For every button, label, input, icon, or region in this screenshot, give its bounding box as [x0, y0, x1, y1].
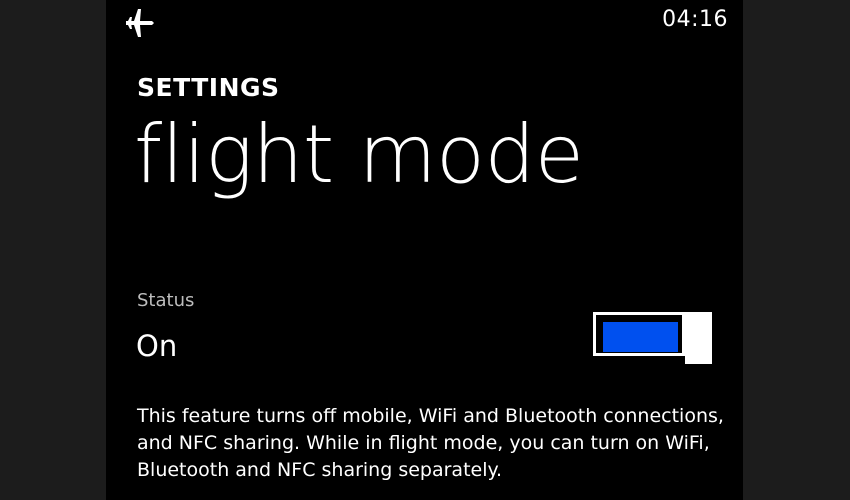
status-value: On: [136, 329, 178, 363]
status-caption: Status: [137, 290, 195, 311]
status-clock: 04:16: [662, 7, 728, 32]
toggle-track: [593, 312, 685, 356]
airplane-icon: [126, 9, 154, 37]
toggle-thumb[interactable]: [685, 312, 712, 364]
section-label: SETTINGS: [137, 73, 280, 102]
page-title: flight mode: [134, 108, 584, 201]
flight-mode-toggle[interactable]: [593, 312, 712, 364]
toggle-fill: [603, 322, 678, 352]
status-bar: 04:16: [106, 0, 743, 44]
description-text: This feature turns off mobile, WiFi and …: [137, 405, 724, 481]
phone-screen: 04:16 SETTINGS flight mode Status On Thi…: [106, 0, 743, 500]
